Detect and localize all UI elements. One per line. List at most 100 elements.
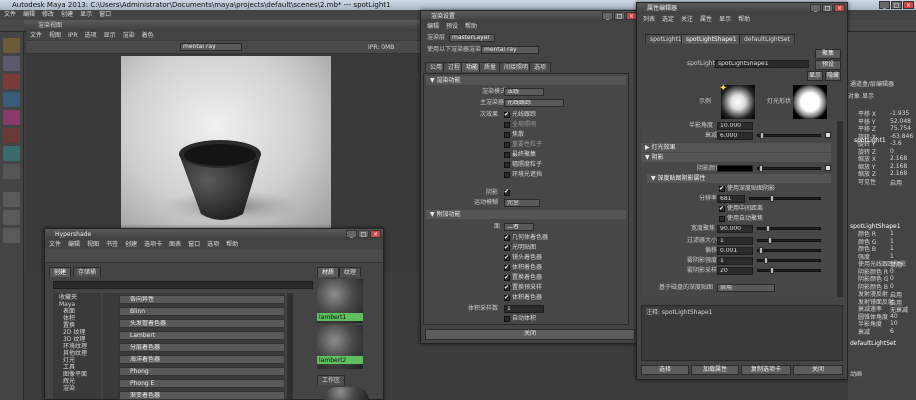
copy-tab-button[interactable]: 复制选项卡 (741, 365, 791, 375)
minimize-icon[interactable]: _ (810, 4, 821, 12)
use-dmap-item[interactable]: 使用深度贴图阴影 (719, 184, 775, 193)
penumbra-field[interactable]: 10.000 (717, 122, 753, 130)
layout-single-icon[interactable] (3, 192, 20, 207)
hs-menu-item[interactable]: 视图 (87, 241, 99, 248)
checkbox[interactable] (504, 283, 510, 292)
node-name-field[interactable]: spotLightShape1 (715, 60, 809, 68)
bias-field[interactable]: 0.001 (717, 247, 753, 255)
channel-attribute-row[interactable]: 衰减 (858, 328, 870, 337)
map-button-icon[interactable] (825, 165, 831, 171)
checkbox[interactable] (504, 121, 510, 128)
notes-area[interactable]: 注释: spotLightShape1 (641, 305, 843, 361)
node-item[interactable]: 海洋着色器 (119, 355, 285, 364)
map-button-icon[interactable] (825, 132, 831, 138)
fog-intensity-slider[interactable] (757, 257, 821, 264)
rv-menu-item[interactable]: 文件 (30, 32, 42, 39)
hs-menu-item[interactable]: 创建 (125, 241, 137, 248)
secondary-item[interactable]: 环境光遮挡 (504, 170, 542, 179)
close-button[interactable]: 关闭 (793, 365, 843, 375)
minimize-icon[interactable]: _ (346, 230, 357, 238)
main-menu-item[interactable]: 修改 (42, 11, 54, 18)
node-item[interactable]: Lambert (119, 331, 285, 340)
manipulator-tool-icon[interactable] (3, 146, 20, 161)
checkbox[interactable] (504, 151, 510, 158)
node-item[interactable]: 各向异性 (119, 295, 285, 304)
bias-slider[interactable] (757, 247, 821, 254)
channel-attribute-value[interactable]: 1 (890, 253, 894, 260)
tab-create[interactable]: 创建 (49, 267, 72, 277)
rv-menu-item[interactable]: 视图 (49, 32, 61, 39)
show-button[interactable]: 显示 (807, 71, 823, 81)
rs-menu-item[interactable]: 预设 (446, 23, 458, 30)
volume-samples-field[interactable]: 1 (504, 305, 544, 313)
section-shadows[interactable]: ▼ 阴影 (641, 153, 831, 162)
presets-button[interactable]: 预设 (815, 60, 841, 70)
render-layer-select[interactable]: masterLayer (449, 34, 495, 42)
node-list-scrollbar[interactable] (287, 293, 293, 399)
face-select[interactable]: 二者 (504, 223, 534, 231)
channel-attribute-value[interactable]: -3.6 (890, 140, 902, 147)
motion-blur-select[interactable]: 完全 (504, 199, 540, 207)
shadows-checkbox[interactable] (504, 188, 510, 196)
checkbox[interactable] (504, 293, 510, 302)
extra-item[interactable]: 置换预采样 (504, 283, 542, 292)
tree-item[interactable]: 渲染 (63, 384, 75, 393)
close-icon[interactable]: × (903, 1, 914, 9)
primary-renderer-select[interactable]: 光线跟踪 (504, 99, 564, 107)
secondary-item[interactable]: 全局照明 (504, 120, 536, 129)
hs-menu-item[interactable]: 选项 (207, 241, 219, 248)
channel-attribute-value[interactable]: 0 (890, 148, 894, 155)
work-area-node[interactable] (323, 387, 369, 400)
checkbox[interactable] (504, 263, 510, 272)
secondary-item[interactable]: 最终聚集 (504, 150, 536, 159)
section-render-features[interactable]: ▼ 渲染功能 (426, 76, 626, 85)
main-menu-item[interactable]: 编辑 (23, 11, 35, 18)
checkbox[interactable] (504, 233, 510, 242)
rv-menu-item[interactable]: 选项 (85, 32, 97, 39)
hide-button[interactable]: 隐藏 (825, 71, 841, 81)
hs-menu-item[interactable]: 帮助 (226, 241, 238, 248)
attribute-scrollbar[interactable] (837, 121, 843, 297)
channel-attribute-value[interactable]: 6 (890, 328, 894, 335)
extra-item[interactable]: 几何体着色器 (504, 233, 548, 242)
section-extra-features[interactable]: ▼ 附加功能 (426, 210, 626, 219)
resolution-slider[interactable] (749, 195, 821, 202)
tab-indirect[interactable]: 间接照明 (499, 62, 534, 72)
channel-attribute-value[interactable]: 1 (890, 238, 894, 245)
tab-defaultlightset[interactable]: defaultLightSet (739, 34, 795, 44)
channel-attribute-value[interactable]: 52.048 (890, 118, 911, 125)
channel-attribute-value[interactable]: 2.168 (890, 170, 907, 177)
ae-menu-item[interactable]: 关注 (681, 16, 693, 23)
maximize-icon[interactable]: □ (614, 12, 625, 20)
hs-menu-item[interactable]: 文件 (49, 241, 61, 248)
rv-menu-item[interactable]: 着色 (142, 32, 154, 39)
extra-item[interactable]: 光明贴图 (504, 243, 536, 252)
tab-materials[interactable]: 材质 (317, 267, 340, 277)
rv-menu-item[interactable]: 渲染 (123, 32, 135, 39)
node-item[interactable]: 头发管着色器 (119, 319, 285, 328)
lasso-tool-icon[interactable] (3, 56, 20, 71)
checkbox[interactable] (504, 253, 510, 262)
channel-attribute-value[interactable]: -63.846 (890, 133, 913, 140)
channel-attribute-value[interactable]: 40 (890, 313, 898, 320)
fog-samples-slider[interactable] (757, 267, 821, 274)
last-tool-icon[interactable] (3, 164, 20, 179)
checkbox[interactable] (719, 204, 725, 213)
checkbox[interactable] (504, 171, 510, 178)
channel-attribute-value[interactable]: 1 (890, 245, 894, 252)
main-menu-item[interactable]: 文件 (4, 11, 16, 18)
channel-attribute-value[interactable]: 0 (890, 268, 894, 275)
hs-menu-item[interactable]: 窗口 (188, 241, 200, 248)
section-depth-map[interactable]: ▼ 深度贴图阴影属性 (647, 174, 831, 183)
auto-volume-item[interactable]: 自动体积 (504, 314, 536, 323)
main-menu-item[interactable]: 窗口 (99, 11, 111, 18)
ae-menu-item[interactable]: 帮助 (738, 16, 750, 23)
hs-menu-item[interactable]: 选项卡 (144, 241, 162, 248)
hypershade-search[interactable] (53, 281, 313, 289)
move-tool-icon[interactable] (3, 92, 20, 107)
secondary-item[interactable]: 辐照度粒子 (504, 160, 542, 169)
use-auto-item[interactable]: 使用自动聚焦 (719, 214, 763, 223)
use-renderer-select[interactable]: mental ray (481, 46, 539, 54)
checkbox[interactable] (504, 243, 510, 252)
node-item[interactable]: 渐变着色器 (119, 391, 285, 400)
